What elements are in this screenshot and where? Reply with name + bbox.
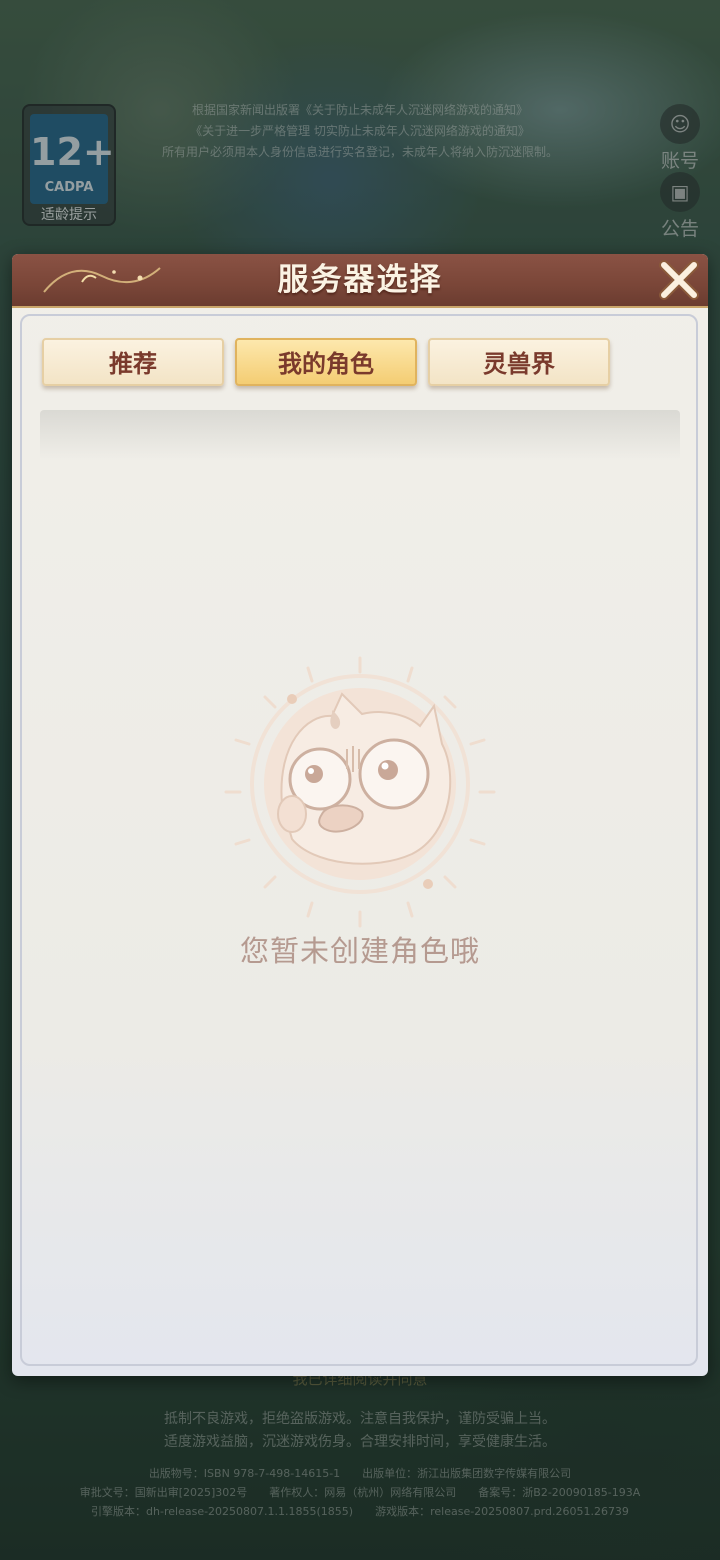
tab-recommended[interactable]: 推荐: [42, 338, 224, 386]
close-icon[interactable]: [654, 255, 704, 305]
dialog-title: 服务器选择: [277, 262, 443, 298]
tab-spirit-beast-realm[interactable]: 灵兽界: [428, 338, 610, 386]
surprised-cat-icon: [224, 656, 496, 928]
tab-my-characters[interactable]: 我的角色: [235, 338, 417, 386]
list-header-shadow: [40, 410, 680, 460]
dialog-header: 服务器选择: [12, 254, 708, 308]
empty-state-message: 您暂未创建角色哦: [239, 934, 480, 968]
